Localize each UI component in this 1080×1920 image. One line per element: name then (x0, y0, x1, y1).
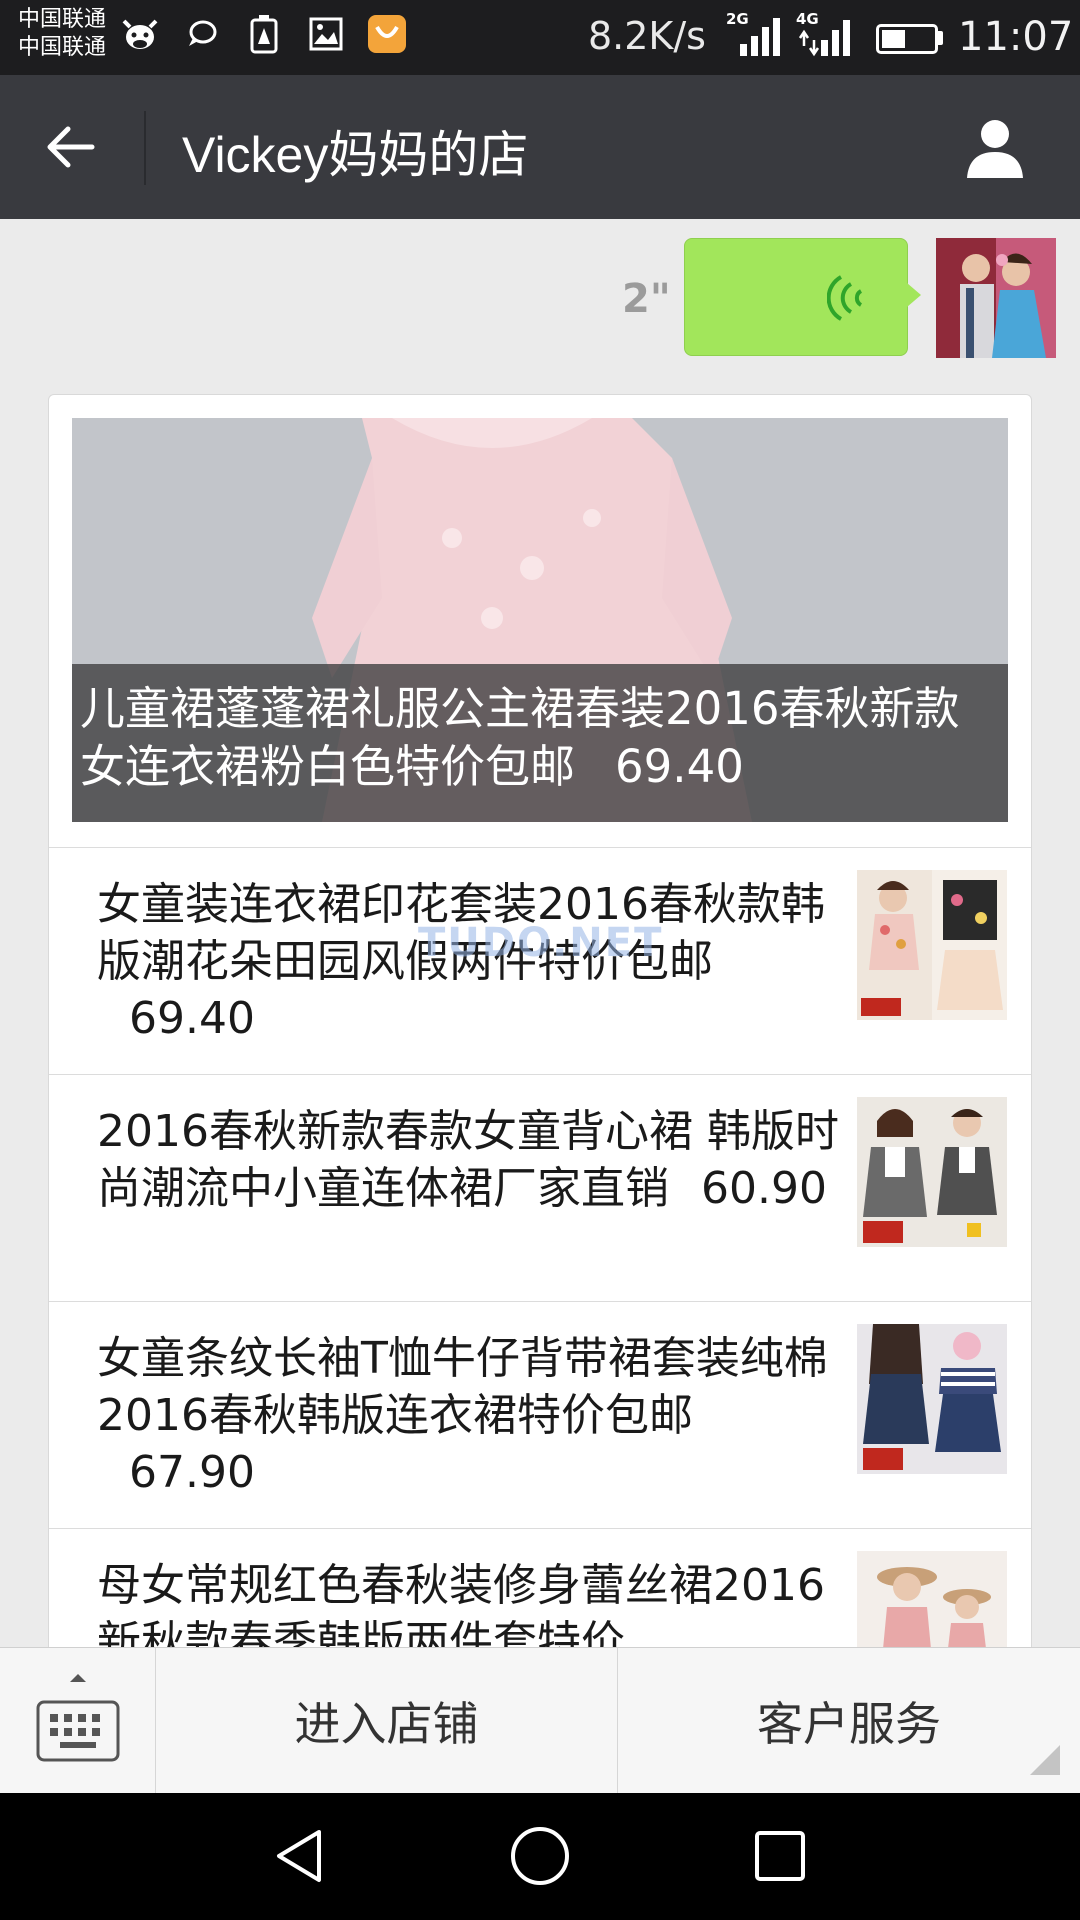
article-item[interactable]: 女童条纹长袖T恤牛仔背带裙套装纯棉2016春秋韩版连衣裙特价包邮 67.90 (49, 1301, 1031, 1528)
person-icon (967, 120, 1023, 178)
signal-2g: 2G (726, 10, 786, 58)
cover-title: 儿童裙蓬蓬裙礼服公主裙春装2016春秋新款女连衣裙粉白色特价包邮 (80, 682, 960, 793)
cover-article[interactable]: 儿童裙蓬蓬裙礼服公主裙春装2016春秋新款女连衣裙粉白色特价包邮 69.40 (72, 418, 1008, 822)
carrier-labels: 中国联通 中国联通 (18, 6, 106, 62)
voice-message-bubble[interactable] (684, 238, 921, 356)
cover-price: 69.40 (615, 740, 744, 793)
signal-4g: 4G (796, 10, 856, 58)
item-thumbnail (857, 1324, 1007, 1474)
triangle-back-icon (277, 1830, 321, 1882)
keyboard-toggle-button[interactable] (0, 1648, 156, 1794)
net-speed: 8.2K/s (588, 14, 706, 58)
cow-icon (120, 14, 160, 54)
bottom-menu: 进入店铺 客户服务 (0, 1647, 1080, 1794)
item-title: 母女常规红色春秋装修身蕾丝裙2016新秋款春季韩版两件套特价 (97, 1560, 825, 1654)
keyboard-icon (36, 1674, 120, 1762)
carrier-1: 中国联通 (18, 7, 107, 32)
article-item[interactable]: 母女常规红色春秋装修身蕾丝裙2016新秋款春季韩版两件套特价 (49, 1528, 1031, 1654)
product-image (857, 1097, 1007, 1247)
clock: 11:07 (958, 14, 1074, 60)
enter-shop-button[interactable]: 进入店铺 (156, 1648, 618, 1794)
back-button[interactable] (40, 117, 100, 177)
product-image (857, 1551, 1007, 1653)
user-avatar[interactable] (936, 238, 1056, 358)
profile-button[interactable] (960, 113, 1030, 183)
notification-icons (120, 14, 406, 54)
cover-caption: 儿童裙蓬蓬裙礼服公主裙春装2016春秋新款女连衣裙粉白色特价包邮 69.40 (72, 664, 1008, 822)
system-nav-bar (0, 1793, 1080, 1920)
item-price: 69.40 (129, 993, 255, 1044)
battery-icon (876, 24, 938, 54)
item-thumbnail (857, 1551, 1007, 1653)
nav-recents-button[interactable] (745, 1821, 815, 1891)
submenu-indicator-icon (1030, 1745, 1060, 1775)
battery-fill (882, 30, 905, 48)
image-icon (306, 14, 346, 54)
voice-duration: 2" (622, 276, 671, 322)
item-thumbnail (857, 1097, 1007, 1247)
product-image (857, 870, 1007, 1020)
carrier-2: 中国联通 (18, 35, 107, 60)
product-image (857, 1324, 1007, 1474)
item-text: 母女常规红色春秋装修身蕾丝裙2016新秋款春季韩版两件套特价 (97, 1557, 847, 1654)
signal-2g-label: 2G (726, 10, 749, 28)
chat-header: Vickey妈妈的店 (0, 75, 1080, 219)
item-text: 女童条纹长袖T恤牛仔背带裙套装纯棉2016春秋韩版连衣裙特价包邮 67.90 (97, 1330, 847, 1501)
item-price: 67.90 (129, 1447, 255, 1498)
item-title: 女童条纹长袖T恤牛仔背带裙套装纯棉2016春秋韩版连衣裙特价包邮 (97, 1333, 828, 1441)
header-divider (144, 111, 146, 185)
status-bar: 中国联通 中国联通 8.2K/s 2G 4G 11:07 (0, 0, 1080, 75)
battery-warning-icon (244, 14, 284, 54)
nav-home-button[interactable] (505, 1821, 575, 1891)
chat-bubble-icon (182, 14, 222, 54)
article-item[interactable]: 2016春秋新款春款女童背心裙 韩版时尚潮流中小童连体裙厂家直销 60.90 (49, 1074, 1031, 1301)
article-card: 儿童裙蓬蓬裙礼服公主裙春装2016春秋新款女连衣裙粉白色特价包邮 69.40 女童… (48, 394, 1032, 1654)
square-recents-icon (755, 1831, 805, 1881)
item-thumbnail (857, 870, 1007, 1020)
back-arrow-icon (47, 126, 95, 168)
avatar-photo (936, 238, 1056, 358)
voice-wave-icon (827, 275, 863, 321)
customer-service-button[interactable]: 客户服务 (618, 1648, 1080, 1794)
watermark: TUDO.NET (418, 920, 664, 966)
page-title: Vickey妈妈的店 (182, 127, 529, 183)
didi-icon (368, 15, 406, 53)
signal-4g-label: 4G (796, 10, 819, 28)
battery-tip (938, 31, 943, 45)
circle-home-icon (511, 1827, 569, 1885)
nav-back-button[interactable] (266, 1821, 336, 1891)
item-price: 60.90 (701, 1163, 827, 1214)
item-text: 2016春秋新款春款女童背心裙 韩版时尚潮流中小童连体裙厂家直销 60.90 (97, 1103, 847, 1217)
